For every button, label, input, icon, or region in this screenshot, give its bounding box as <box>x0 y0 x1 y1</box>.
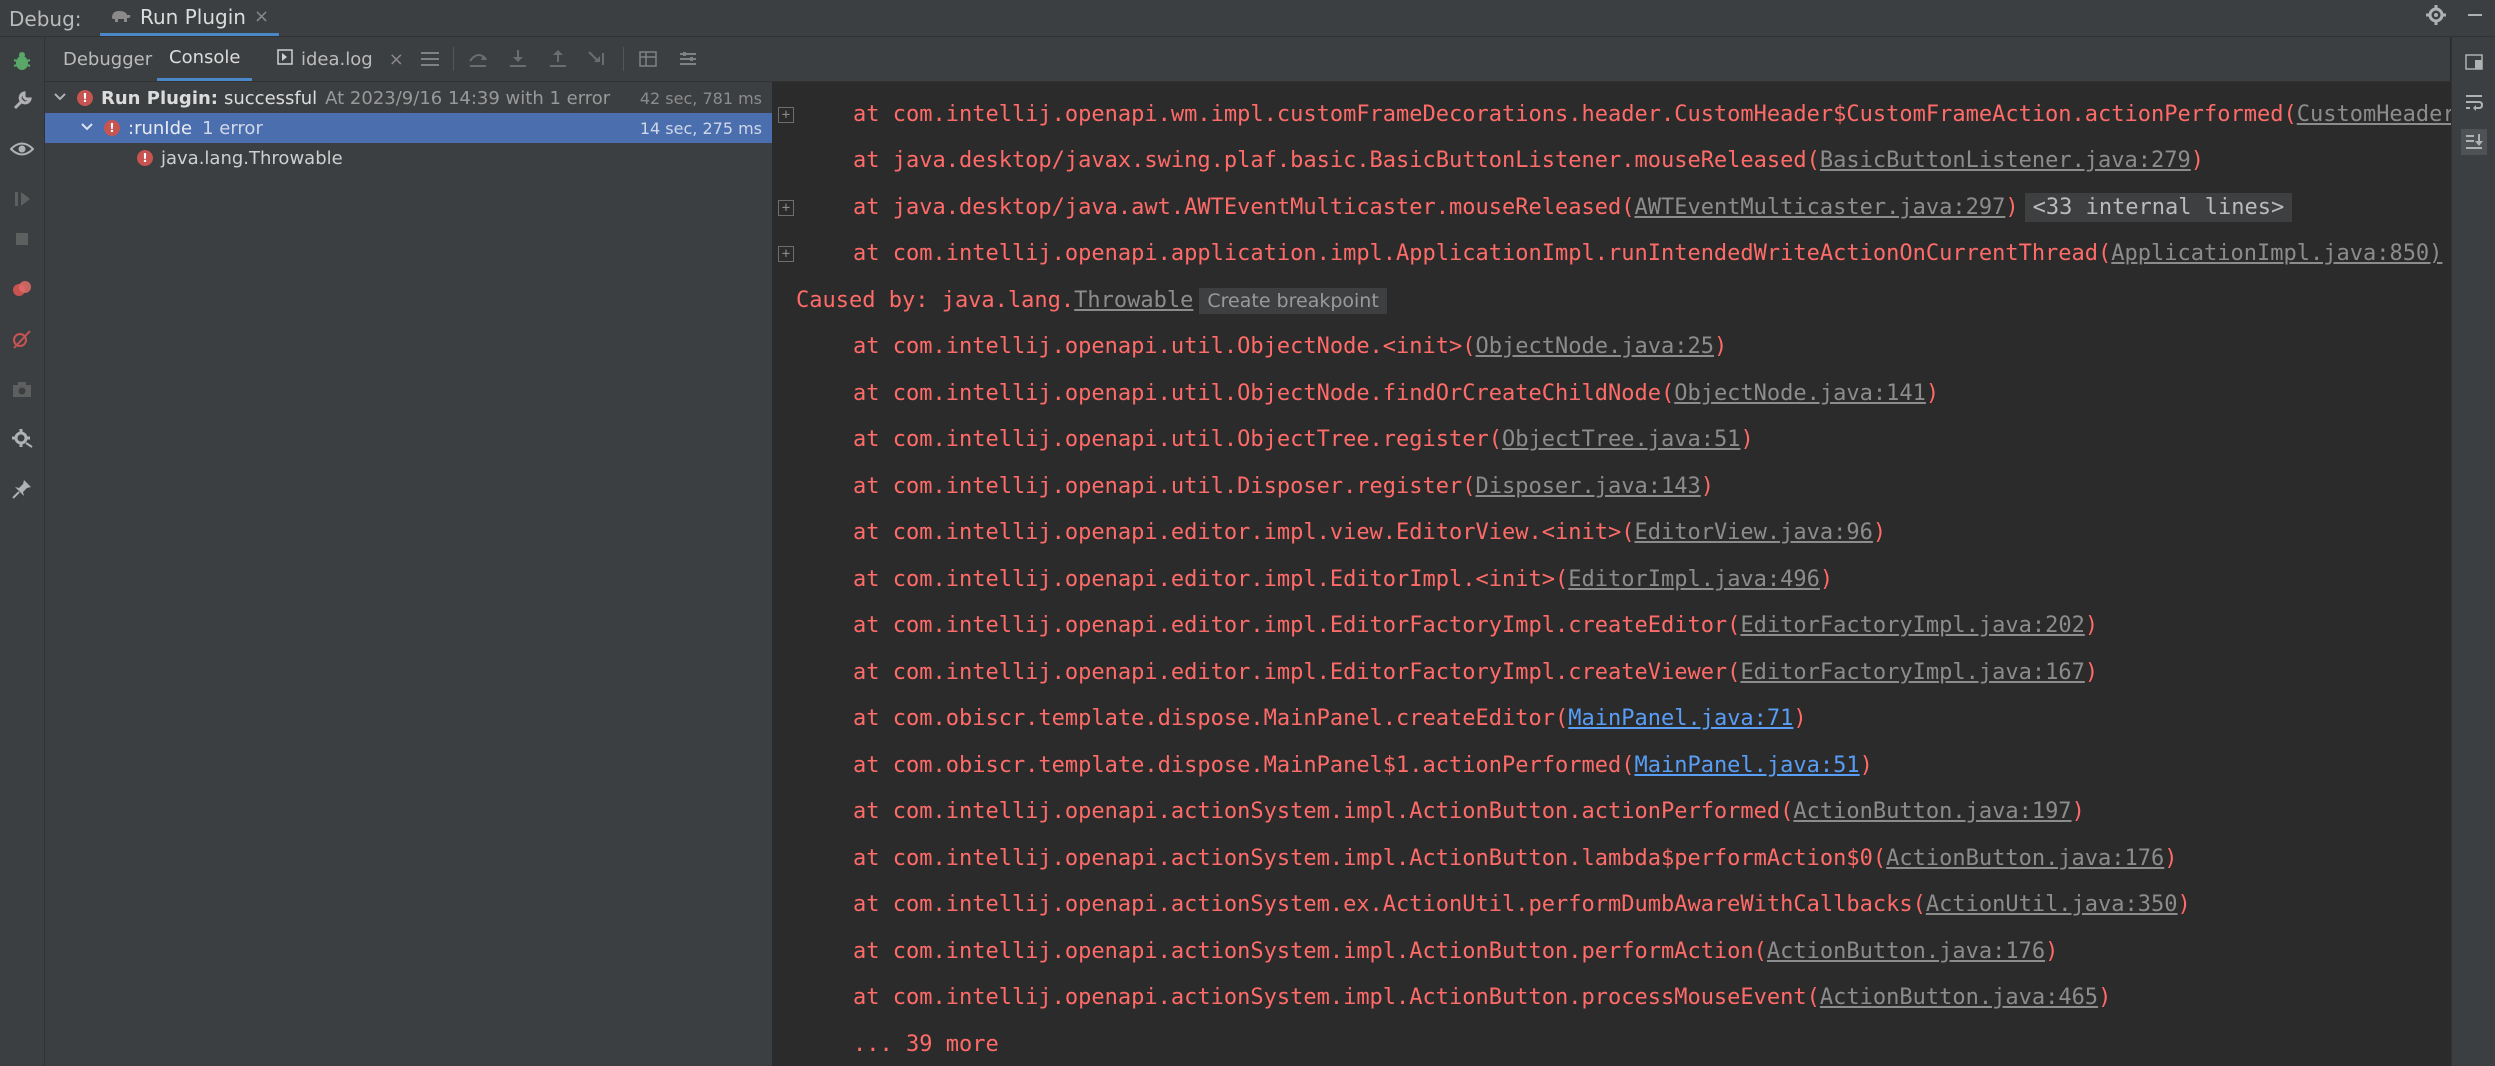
source-link[interactable]: Disposer.java:143 <box>1476 474 1701 499</box>
build-tree-panel: ! Run Plugin: successful At 2023/9/16 14… <box>45 82 773 1066</box>
caused-by-line: Caused by: java.lang.Throwable Create bre… <box>796 278 1387 324</box>
runide-name: :runIde <box>128 117 193 139</box>
source-link[interactable]: EditorFactoryImpl.java:167 <box>1740 660 2084 685</box>
tab-debugger[interactable]: Debugger <box>63 37 152 81</box>
debug-tab-row: Debugger Console idea.log × <box>45 37 2450 82</box>
step-over-icon[interactable] <box>465 46 491 72</box>
source-link[interactable]: ActionButton.java:197 <box>1793 799 2071 824</box>
tab-idea-log[interactable]: idea.log × <box>277 37 404 81</box>
source-link[interactable]: CustomHeader.java:258) <box>2297 102 2451 127</box>
source-link[interactable]: EditorView.java:96 <box>1634 520 1872 545</box>
source-link[interactable]: ObjectTree.java:51 <box>1502 427 1740 452</box>
debug-left-toolbar <box>0 37 45 1066</box>
run-plugin-status: successful <box>224 87 318 109</box>
gradle-elephant-icon <box>110 5 132 29</box>
source-link[interactable]: ActionUtil.java:350 <box>1926 892 2178 917</box>
soft-wrap-icon[interactable] <box>2461 89 2487 115</box>
source-link[interactable]: EditorImpl.java:496 <box>1568 567 1820 592</box>
chevron-down-icon[interactable] <box>80 120 94 136</box>
expand-fold-icon[interactable]: + <box>778 107 794 123</box>
error-icon: ! <box>77 90 93 106</box>
source-link[interactable]: MainPanel.java:71 <box>1568 706 1793 731</box>
source-link[interactable]: MainPanel.java:51 <box>1634 753 1859 778</box>
minimize-icon[interactable] <box>2465 4 2485 32</box>
tab-idea-log-label: idea.log <box>301 48 373 70</box>
run-plugin-detail: At 2023/9/16 14:39 with 1 error <box>325 87 611 109</box>
camera-icon[interactable] <box>8 375 36 403</box>
source-link[interactable]: ApplicationImpl.java:850) <box>2111 241 2442 266</box>
run-plugin-name: Run Plugin: <box>101 87 218 109</box>
evaluate-table-icon[interactable] <box>635 46 661 72</box>
expand-fold-icon[interactable]: + <box>778 200 794 216</box>
throwable-link[interactable]: Throwable <box>1074 288 1193 313</box>
stop-icon[interactable] <box>8 225 36 253</box>
tab-console[interactable]: Console <box>157 37 253 81</box>
create-breakpoint-button[interactable]: Create breakpoint <box>1199 288 1387 314</box>
scroll-to-end-icon[interactable] <box>2461 129 2487 155</box>
debug-bug-icon[interactable] <box>8 47 36 75</box>
runide-detail: 1 error <box>202 117 263 139</box>
tree-row-runide[interactable]: ! :runIde 1 error 14 sec, 275 ms <box>45 113 772 143</box>
tree-row-throwable[interactable]: ! java.lang.Throwable <box>45 143 772 173</box>
eye-icon[interactable] <box>8 135 36 163</box>
run-plugin-tab-label: Run Plugin <box>140 4 246 29</box>
expand-fold-icon[interactable]: + <box>778 246 794 262</box>
console-output[interactable]: + at com.intellij.openapi.wm.impl.custom… <box>773 82 2451 1066</box>
source-link[interactable]: ActionButton.java:176 <box>1767 939 2045 964</box>
internal-lines-fold[interactable]: <33 internal lines> <box>2024 193 2293 222</box>
tree-row-run-plugin[interactable]: ! Run Plugin: successful At 2023/9/16 14… <box>45 83 772 113</box>
tab-debugger-label: Debugger <box>63 48 153 70</box>
resume-icon[interactable] <box>8 185 36 213</box>
chevron-down-icon[interactable] <box>53 90 67 106</box>
run-plugin-time: 42 sec, 781 ms <box>639 88 762 108</box>
run-plugin-tab[interactable]: Run Plugin × <box>100 0 280 36</box>
view-breakpoints-icon[interactable] <box>8 275 36 303</box>
source-link[interactable]: ActionButton.java:465 <box>1820 985 2098 1010</box>
error-icon: ! <box>137 150 153 166</box>
debug-titlebar: Debug: Run Plugin × <box>0 0 2495 37</box>
source-link[interactable]: ObjectNode.java:141 <box>1674 381 1926 406</box>
step-into-icon[interactable] <box>505 46 531 72</box>
source-link[interactable]: EditorFactoryImpl.java:202 <box>1740 613 2084 638</box>
hamburger-menu-icon[interactable] <box>417 46 443 72</box>
layout-icon[interactable] <box>2461 49 2487 75</box>
runide-time: 14 sec, 275 ms <box>639 118 762 138</box>
gear-icon[interactable] <box>2425 4 2447 32</box>
log-file-icon <box>277 48 293 70</box>
close-tab-icon[interactable]: × <box>254 6 269 27</box>
debug-label: Debug: <box>9 7 82 31</box>
mute-breakpoints-icon[interactable] <box>8 325 36 353</box>
source-link[interactable]: BasicButtonListener.java:279 <box>1820 148 2191 173</box>
tab-console-label: Console <box>169 47 241 68</box>
wrench-icon[interactable] <box>8 87 36 115</box>
source-link[interactable]: ActionButton.java:176 <box>1886 846 2164 871</box>
pin-icon[interactable] <box>8 475 36 503</box>
trace-settings-icon[interactable] <box>675 46 701 72</box>
source-link[interactable]: ObjectNode.java:25 <box>1476 334 1714 359</box>
close-log-tab-icon[interactable]: × <box>389 49 404 70</box>
error-icon: ! <box>104 120 120 136</box>
throwable-name: java.lang.Throwable <box>161 147 343 169</box>
settings-icon[interactable] <box>8 425 36 453</box>
step-out-icon[interactable] <box>545 46 571 72</box>
source-link[interactable]: AWTEventMulticaster.java:297 <box>1634 195 2005 220</box>
run-to-cursor-icon[interactable] <box>585 46 611 72</box>
console-right-toolbar <box>2451 37 2495 1066</box>
